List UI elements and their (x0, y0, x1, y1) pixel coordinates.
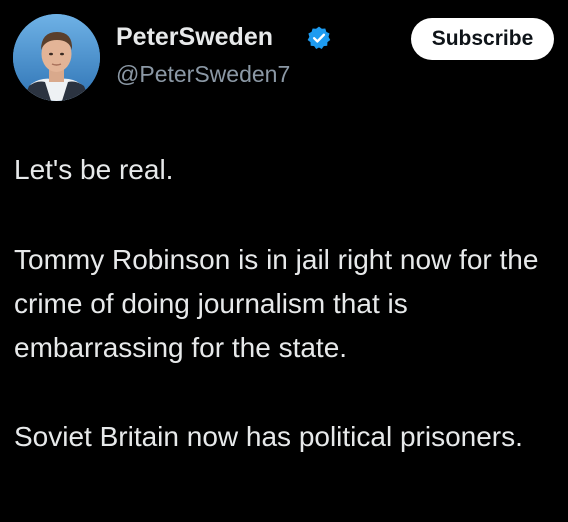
display-name[interactable]: PeterSweden (116, 22, 273, 52)
tweet-paragraph-1: Let's be real. (14, 154, 174, 185)
verified-badge-icon (307, 26, 331, 50)
tweet-paragraph-3: Soviet Britain now has political prisone… (14, 421, 523, 452)
tweet-card: PeterSweden @PeterSweden7 Subscribe Let'… (0, 0, 568, 522)
profile-photo-icon (13, 14, 100, 101)
avatar[interactable] (13, 14, 100, 101)
tweet-paragraph-2: Tommy Robinson is in jail right now for … (14, 244, 539, 363)
user-handle[interactable]: @PeterSweden7 (116, 60, 290, 88)
subscribe-button[interactable]: Subscribe (411, 18, 554, 60)
